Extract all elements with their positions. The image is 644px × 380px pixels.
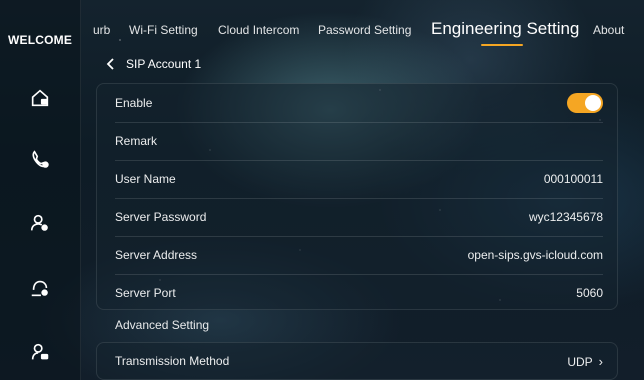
advanced-setting-title: Advanced Setting: [115, 318, 210, 332]
tab-about[interactable]: About: [593, 23, 624, 37]
sip-settings-card: Enable Remark User Name 000100011 Server…: [96, 83, 618, 310]
remark-label: Remark: [115, 134, 158, 148]
user-settings-icon[interactable]: [28, 211, 52, 235]
server-password-value: wyc12345678: [528, 210, 603, 224]
breadcrumb[interactable]: SIP Account 1: [106, 55, 201, 73]
tab-cloud-intercom[interactable]: Cloud Intercom: [218, 23, 299, 37]
enable-toggle[interactable]: [567, 93, 603, 113]
user-record-icon[interactable]: [28, 340, 52, 364]
back-chevron-icon[interactable]: [106, 58, 116, 70]
home-icon[interactable]: [28, 86, 52, 110]
user-name-row[interactable]: User Name 000100011: [115, 160, 603, 199]
server-address-value: open-sips.gvs-icloud.com: [467, 248, 603, 262]
active-tab-indicator: [481, 44, 523, 46]
user-name-value: 000100011: [543, 172, 603, 186]
toggle-knob: [585, 95, 601, 111]
enable-label: Enable: [115, 96, 153, 110]
server-password-label: Server Password: [115, 210, 207, 224]
transmission-method-value-wrap: UDP ›: [567, 354, 603, 369]
transmission-method-label: Transmission Method: [115, 354, 230, 368]
breadcrumb-title: SIP Account 1: [126, 57, 202, 71]
chevron-right-icon: ›: [598, 353, 603, 369]
server-port-label: Server Port: [115, 286, 176, 300]
tab-wifi-setting[interactable]: Wi-Fi Setting: [129, 23, 198, 37]
server-password-row[interactable]: Server Password wyc12345678: [115, 198, 603, 237]
enable-row[interactable]: Enable: [115, 84, 603, 123]
transmission-method-value: UDP: [567, 354, 593, 369]
server-port-row[interactable]: Server Port 5060: [115, 274, 603, 312]
server-address-row[interactable]: Server Address open-sips.gvs-icloud.com: [115, 236, 603, 275]
tab-urb[interactable]: urb: [93, 23, 110, 37]
phone-icon[interactable]: [28, 148, 52, 172]
sidebar-title: WELCOME: [7, 33, 73, 47]
advanced-settings-card: Transmission Method UDP ›: [96, 342, 618, 380]
user-name-label: User Name: [115, 172, 176, 186]
transmission-method-row[interactable]: Transmission Method UDP ›: [115, 343, 603, 379]
server-address-label: Server Address: [115, 248, 198, 262]
server-port-value: 5060: [576, 286, 603, 300]
tab-password-setting[interactable]: Password Setting: [318, 23, 411, 37]
user-alert-icon[interactable]: [28, 276, 52, 300]
remark-row[interactable]: Remark: [115, 122, 603, 161]
tab-engineering-setting[interactable]: Engineering Setting: [431, 19, 579, 39]
top-tabs: urb Wi-Fi Setting Cloud Intercom Passwor…: [80, 0, 644, 50]
sidebar: WELCOME: [0, 0, 81, 380]
